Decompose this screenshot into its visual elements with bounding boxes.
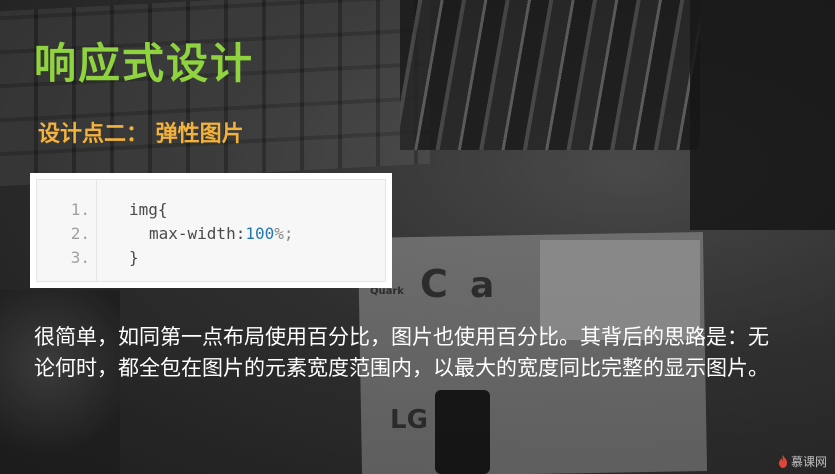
code-lines: img{ max-width:100%; }	[97, 180, 294, 281]
code-line-3: }	[129, 248, 139, 267]
code-snippet: 1. 2. 3. img{ max-width:100%; }	[30, 173, 392, 288]
code-line-1: img{	[129, 200, 168, 219]
watermark: 慕课网	[778, 453, 827, 470]
css-property: max-width:	[149, 224, 246, 243]
flame-icon	[778, 455, 788, 468]
line-number: 1.	[70, 200, 90, 219]
line-number-gutter: 1. 2. 3.	[37, 180, 97, 281]
slide-title: 响应式设计	[34, 39, 255, 88]
line-number: 3.	[70, 248, 90, 267]
code-line-2: max-width:100%;	[129, 222, 294, 246]
css-unit: %;	[274, 224, 294, 243]
code-block: 1. 2. 3. img{ max-width:100%; }	[36, 179, 386, 282]
watermark-text: 慕课网	[790, 455, 827, 469]
line-number: 2.	[70, 224, 90, 243]
explanation-text: 很简单，如同第一点布局使用百分比，图片也使用百分比。其背后的思路是：无论何时，都…	[34, 325, 769, 380]
slide: Quark C a LG 响应式设计 设计点二： 弹性图片 1. 2. 3. i…	[0, 0, 835, 474]
slide-subtitle: 设计点二： 弹性图片	[38, 122, 244, 147]
css-number: 100	[245, 224, 275, 243]
